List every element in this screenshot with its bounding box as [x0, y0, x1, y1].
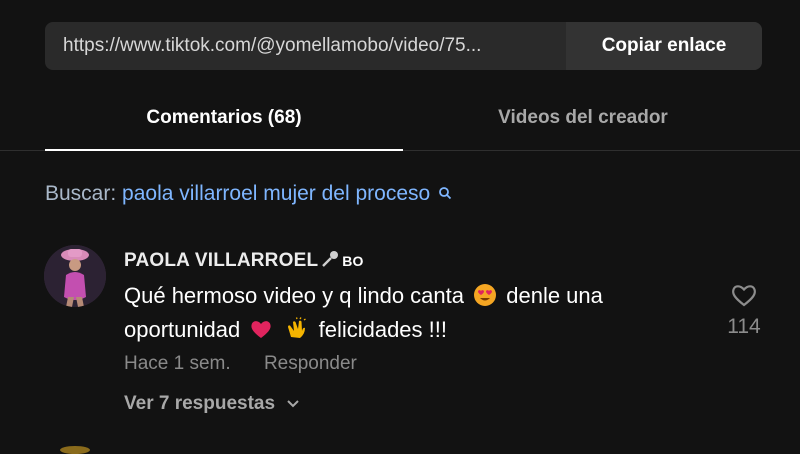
comment-username[interactable]: PAOLA VILLARROEL BO [124, 250, 364, 274]
search-suggestion[interactable]: Buscar: paola villarroel mujer del proce… [45, 182, 452, 206]
view-replies-label: Ver 7 respuestas [124, 393, 276, 415]
microphone-icon [320, 250, 340, 274]
comment-text-part-1: Qué hermoso video y q lindo canta [124, 283, 464, 308]
view-replies-button[interactable]: Ver 7 respuestas [124, 393, 300, 415]
tab-bar: Comentarios (68) Videos del creador [0, 88, 800, 151]
comment-time: Hace 1 sem. [124, 353, 231, 374]
clapping-hands-emoji [285, 317, 309, 349]
share-url-text[interactable]: https://www.tiktok.com/@yomellamobo/vide… [45, 22, 566, 70]
next-comment-avatar-edge [60, 446, 90, 454]
avatar[interactable] [44, 245, 106, 307]
search-icon [438, 182, 452, 206]
like-button[interactable]: 114 [722, 282, 766, 339]
comment-text: Qué hermoso video y q lindo canta denle … [124, 281, 694, 349]
heart-eyes-emoji [473, 283, 497, 315]
share-link-bar: https://www.tiktok.com/@yomellamobo/vide… [45, 22, 762, 70]
like-count: 114 [727, 315, 761, 338]
username-text: PAOLA VILLARROEL [124, 250, 319, 271]
comment-meta: Hace 1 sem. Responder [124, 353, 357, 375]
tab-creator-videos[interactable]: Videos del creador [403, 88, 763, 149]
tab-comments[interactable]: Comentarios (68) [45, 88, 403, 151]
search-label: Buscar: [45, 182, 117, 205]
chevron-down-icon [286, 393, 300, 415]
comment-text-part-3: felicidades !!! [318, 317, 447, 342]
reply-button[interactable]: Responder [264, 353, 357, 374]
search-query-link[interactable]: paola villarroel mujer del proceso [122, 182, 430, 205]
heart-emoji [249, 317, 273, 349]
country-badge: BO [342, 253, 364, 269]
copy-link-button[interactable]: Copiar enlace [566, 22, 762, 70]
heart-outline-icon[interactable] [730, 285, 758, 312]
